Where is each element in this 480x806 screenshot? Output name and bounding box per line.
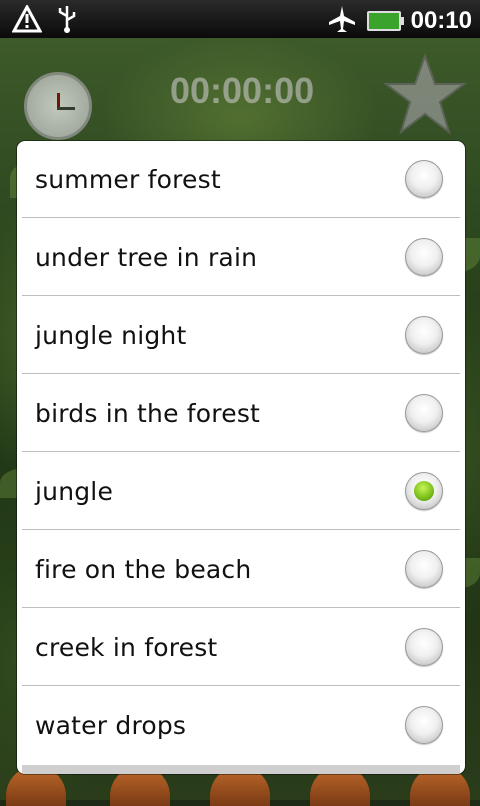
radio-button[interactable] (405, 238, 443, 276)
usb-icon (56, 4, 78, 38)
option-label: birds in the forest (35, 399, 261, 428)
timer-display: 00:00:00 (170, 70, 315, 111)
status-bar: 00:10 (0, 0, 480, 38)
option-row[interactable]: fire on the beach (22, 531, 460, 608)
star-icon[interactable] (382, 52, 468, 138)
status-time: 00:10 (410, 7, 472, 34)
option-row[interactable]: water drops (22, 687, 460, 764)
option-row[interactable]: summer forest (22, 141, 460, 218)
sound-selection-dialog: summer forest under tree in rain jungle … (17, 141, 465, 774)
option-row[interactable]: under tree in rain (22, 219, 460, 296)
option-row[interactable]: jungle (22, 453, 460, 530)
warning-icon (11, 3, 43, 37)
option-label: summer forest (35, 165, 221, 194)
radio-button[interactable] (405, 550, 443, 588)
option-label: water drops (35, 711, 187, 740)
radio-button[interactable] (405, 394, 443, 432)
radio-button-selected[interactable] (405, 472, 443, 510)
radio-button[interactable] (405, 706, 443, 744)
option-row[interactable]: creek in forest (22, 609, 460, 686)
option-label: jungle night (35, 321, 187, 350)
option-label: creek in forest (35, 633, 218, 662)
option-label: jungle (35, 477, 114, 506)
battery-charging-icon (366, 11, 404, 31)
alarm-clock-icon[interactable] (24, 72, 92, 140)
radio-button[interactable] (405, 316, 443, 354)
radio-button[interactable] (405, 160, 443, 198)
option-label: under tree in rain (35, 243, 258, 272)
option-row[interactable]: jungle night (22, 297, 460, 374)
radio-button[interactable] (405, 628, 443, 666)
dialog-footer-bar (22, 765, 460, 774)
airplane-mode-icon (327, 4, 357, 38)
option-row[interactable]: birds in the forest (22, 375, 460, 452)
option-label: fire on the beach (35, 555, 252, 584)
